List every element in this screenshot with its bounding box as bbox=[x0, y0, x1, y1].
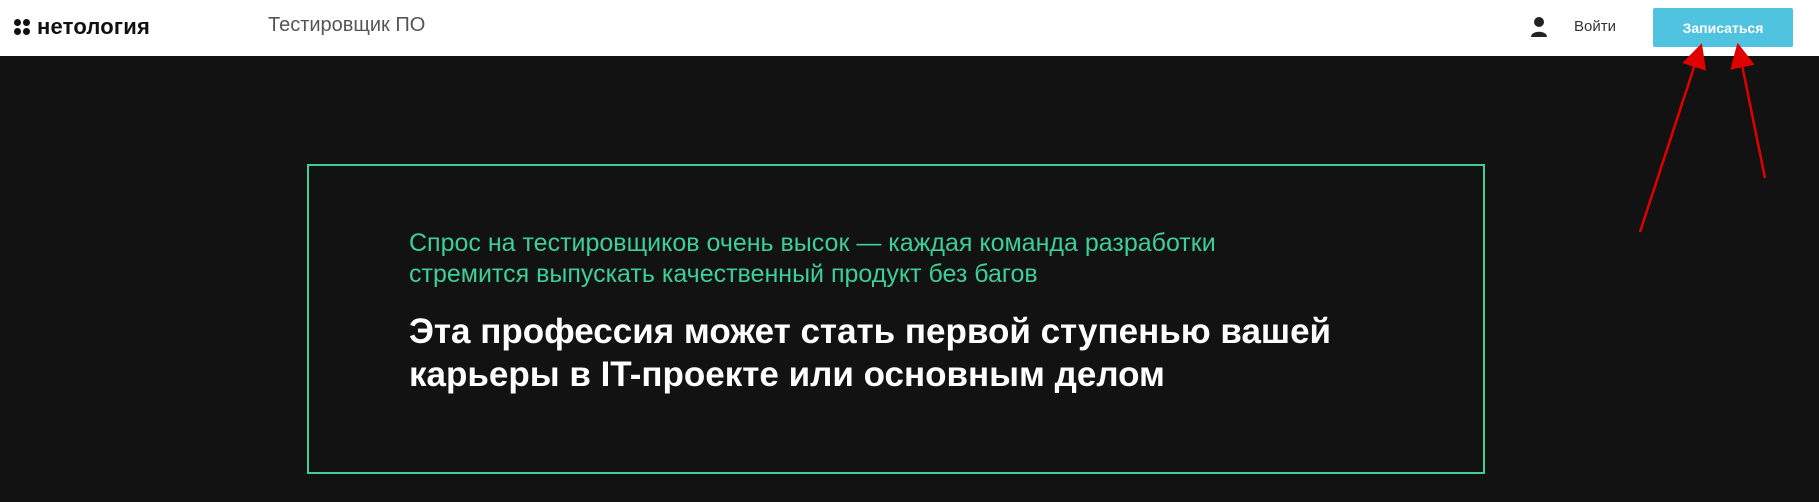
promo-box: Спрос на тестировщиков очень высок — каж… bbox=[307, 164, 1485, 474]
course-title: Тестировщик ПО bbox=[268, 14, 426, 36]
promo-headline: Эта профессия может стать первой ступень… bbox=[409, 312, 1332, 394]
user-icon[interactable] bbox=[1530, 16, 1548, 38]
login-link[interactable]: Войти bbox=[1574, 18, 1616, 35]
logo-text: нетология bbox=[37, 14, 151, 39]
promo-lead-text: Спрос на тестировщиков очень высок — каж… bbox=[409, 229, 1216, 288]
site-header: нетология Тестировщик ПО Войти Записатьс… bbox=[0, 0, 1819, 56]
logo[interactable]: нетология bbox=[14, 14, 150, 40]
logo-mark-icon bbox=[14, 19, 30, 35]
signup-button[interactable]: Записаться bbox=[1653, 8, 1793, 47]
annotation-arrow-left bbox=[1638, 43, 1706, 233]
annotation-arrow-right bbox=[1730, 42, 1767, 179]
